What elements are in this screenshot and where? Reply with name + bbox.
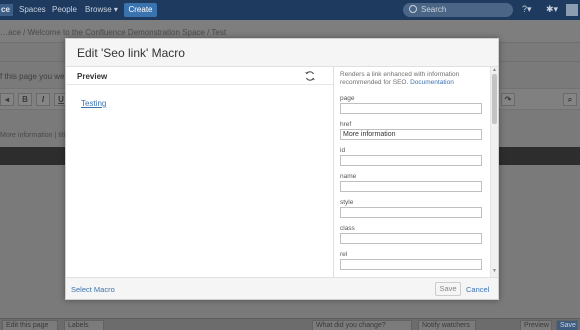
gear-icon[interactable]: ✱▾ xyxy=(546,4,558,15)
find-icon: ⌕ xyxy=(563,93,577,106)
nav-browse-label: Browse xyxy=(85,5,112,14)
italic-button: I xyxy=(36,93,50,106)
field-label-page: page xyxy=(340,95,355,102)
scroll-thumb[interactable] xyxy=(492,74,497,124)
labels-button: Labels xyxy=(64,320,104,330)
style-input[interactable] xyxy=(340,207,482,218)
field-label-rel: rel xyxy=(340,251,348,258)
field-label-style: style xyxy=(340,199,354,206)
field-label-name: name xyxy=(340,173,357,180)
dialog-title: Edit 'Seo link' Macro xyxy=(77,46,185,60)
field-label-href: href xyxy=(340,121,352,128)
caret-down-icon: ▾ xyxy=(113,5,118,14)
preview-header: Preview xyxy=(66,67,333,85)
name-input[interactable] xyxy=(340,181,482,192)
create-button[interactable]: Create xyxy=(124,3,157,17)
search-icon xyxy=(409,5,417,13)
documentation-link[interactable]: Documentation xyxy=(410,79,454,86)
help-icon[interactable]: ?▾ xyxy=(522,4,532,15)
parameters-scrollbar[interactable]: ▲ ▼ xyxy=(490,67,498,277)
editor-footer: Edit this page Labels What did you chang… xyxy=(0,318,580,330)
nav-spaces[interactable]: Spaces xyxy=(19,5,46,14)
preview-pane: Preview Testing xyxy=(66,67,334,277)
refresh-icon[interactable] xyxy=(304,70,316,82)
save-button[interactable]: Save xyxy=(435,282,461,296)
page-save-button: Save xyxy=(556,320,578,330)
editor-content-text: More information | title xyxy=(0,132,70,139)
search-placeholder: Search xyxy=(421,5,447,14)
nav-browse[interactable]: Browse ▾ xyxy=(85,5,118,14)
href-input[interactable]: More information xyxy=(340,129,482,140)
rel-input[interactable] xyxy=(340,259,482,270)
scroll-up-icon[interactable]: ▲ xyxy=(492,68,497,73)
preview-link[interactable]: Testing xyxy=(81,99,106,108)
bold-button: B xyxy=(18,93,32,106)
avatar[interactable] xyxy=(566,4,578,16)
edit-page-button: Edit this page xyxy=(2,320,58,330)
dialog-header: Edit 'Seo link' Macro xyxy=(66,39,498,67)
page-input[interactable] xyxy=(340,103,482,114)
search-box[interactable]: Search xyxy=(403,3,513,17)
dialog-footer: Select Macro Save Cancel xyxy=(66,277,498,299)
change-comment-input: What did you change? xyxy=(312,320,412,330)
class-input[interactable] xyxy=(340,233,482,244)
field-label-id: id xyxy=(340,147,346,154)
parameters-panel: Renders a link enhanced with information… xyxy=(335,67,491,277)
macro-description: Renders a link enhanced with information… xyxy=(340,71,488,87)
field-label-class: class xyxy=(340,225,355,232)
confluence-logo[interactable]: ce xyxy=(0,4,13,16)
notify-watchers-checkbox: Notify watchers xyxy=(418,320,476,330)
preview-button: Preview xyxy=(520,320,552,330)
breadcrumb: …ace / Welcome to the Confluence Demonst… xyxy=(0,28,227,37)
redo-icon: ↷ xyxy=(501,93,515,106)
macro-edit-dialog: Edit 'Seo link' Macro Preview Testing Re… xyxy=(65,38,499,300)
select-macro-link[interactable]: Select Macro xyxy=(71,285,115,294)
toolbar-prev: ◂ xyxy=(0,93,14,106)
scroll-down-icon[interactable]: ▼ xyxy=(492,269,497,274)
cancel-link[interactable]: Cancel xyxy=(466,285,489,294)
nav-people[interactable]: People xyxy=(52,5,77,14)
id-input[interactable] xyxy=(340,155,482,166)
top-navigation-bar: ce Spaces People Browse ▾ Create Search … xyxy=(0,0,580,20)
preview-label: Preview xyxy=(77,72,108,81)
